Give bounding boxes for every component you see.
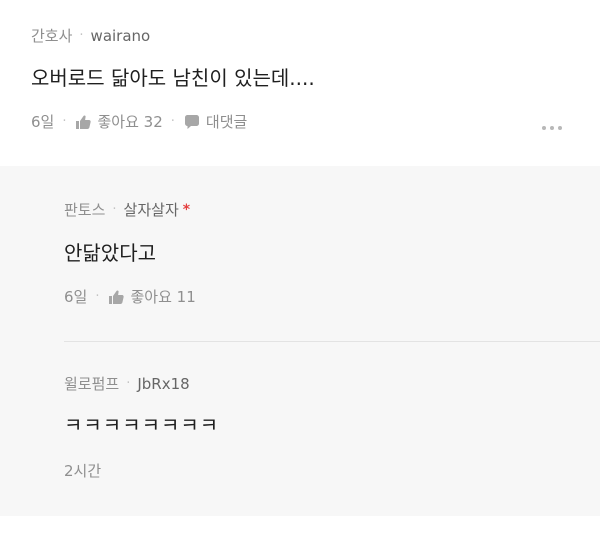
- main-comment-card: 간호사 · wairano 오버로드 닮아도 남친이 있는데.... 6일 · …: [0, 0, 600, 166]
- actions-separator-dot: ·: [170, 114, 175, 129]
- speech-bubble-icon[interactable]: [183, 114, 201, 130]
- reply-2-meta: 윌로펌프 · JbRx18: [64, 373, 190, 394]
- reply-button[interactable]: 대댓글: [206, 111, 247, 132]
- reply-2-date: 2시간: [64, 462, 102, 480]
- main-comment-username[interactable]: wairano: [91, 27, 151, 45]
- actions-separator-dot: ·: [62, 114, 67, 129]
- main-comment-date: 6일: [31, 113, 55, 131]
- reply-1-nickname: 판토스: [64, 201, 106, 219]
- reply-1-text: 안닮았다고: [64, 241, 156, 265]
- more-dots-icon[interactable]: [537, 119, 567, 137]
- meta-separator-dot: ·: [79, 28, 84, 43]
- author-marker: *: [182, 201, 191, 218]
- main-comment-nickname: 간호사: [31, 27, 73, 45]
- reply-2-username[interactable]: JbRx18: [137, 375, 189, 393]
- meta-separator-dot: ·: [112, 202, 117, 217]
- reply-1-like-count[interactable]: 좋아요 11: [130, 286, 195, 307]
- replies-panel: 판토스 · 살자살자 * 안닮았다고 6일 · 좋아요 11 윌로펌프 · Jb…: [0, 166, 600, 516]
- meta-separator-dot: ·: [126, 376, 131, 391]
- reply-2-text: ㅋㅋㅋㅋㅋㅋㅋㅋ: [64, 413, 220, 437]
- main-comment-actions: 6일 · 좋아요 32 · 대댓글: [31, 111, 247, 132]
- bottom-strip: [0, 516, 600, 535]
- reply-2-nickname: 윌로펌프: [64, 375, 120, 393]
- main-comment-text: 오버로드 닮아도 남친이 있는데....: [31, 66, 315, 90]
- reply-1-date: 6일: [64, 288, 88, 306]
- thumbs-up-icon[interactable]: [107, 289, 125, 305]
- reply-1-username[interactable]: 살자살자: [124, 199, 179, 220]
- reply-1-meta: 판토스 · 살자살자 *: [64, 199, 190, 220]
- main-comment-meta: 간호사 · wairano: [31, 25, 150, 46]
- reply-2-actions: 2시간: [64, 460, 101, 481]
- reply-divider: [64, 341, 600, 342]
- reply-1-actions: 6일 · 좋아요 11: [64, 286, 196, 307]
- thumbs-up-icon[interactable]: [74, 114, 92, 130]
- main-comment-like-count[interactable]: 좋아요 32: [97, 111, 162, 132]
- actions-separator-dot: ·: [95, 289, 100, 304]
